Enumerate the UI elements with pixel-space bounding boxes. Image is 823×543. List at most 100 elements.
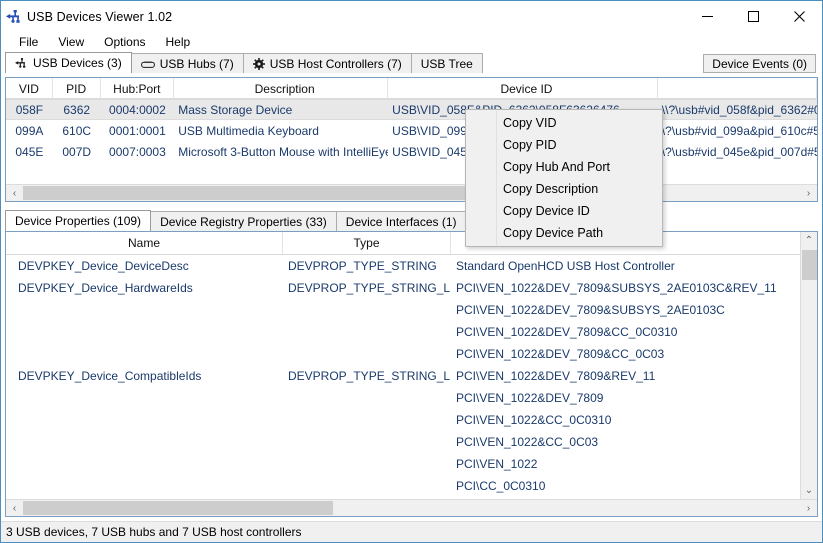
- table-row[interactable]: DEVPKEY_Device_CompatibleIds DEVPROP_TYP…: [6, 365, 817, 387]
- device-list-hscrollbar[interactable]: ‹ ›: [6, 184, 817, 201]
- cell-vid: 045E: [15, 144, 44, 159]
- cell-value: PCI\VEN_1022&DEV_7809&CC_0C03: [456, 347, 665, 361]
- cell-description: USB Multimedia Keyboard: [178, 123, 319, 138]
- scroll-up-icon[interactable]: ⌃: [801, 232, 817, 249]
- column-header-device-id[interactable]: Device ID: [388, 78, 658, 99]
- menu-view[interactable]: View: [48, 33, 94, 51]
- main-tab-strip: USB Devices (3) USB Hubs (7) USB Host Co…: [1, 52, 822, 73]
- device-list-pane: VID PID Hub:Port Description Device ID 0…: [5, 77, 818, 202]
- scroll-right-icon[interactable]: ›: [800, 185, 817, 201]
- tab-device-properties[interactable]: Device Properties (109): [5, 210, 152, 231]
- cell-value: PCI\VEN_1022&DEV_7809&SUBSYS_2AE0103C: [456, 303, 725, 317]
- vscroll-thumb[interactable]: [802, 250, 817, 280]
- scroll-left-icon[interactable]: ‹: [6, 185, 23, 201]
- cell-hub-port: 0007:0003: [109, 144, 166, 159]
- tab-device-registry-properties[interactable]: Device Registry Properties (33): [150, 211, 337, 231]
- column-header-pid[interactable]: PID: [53, 78, 101, 99]
- cell-pid: 007D: [62, 144, 92, 159]
- status-bar: 3 USB devices, 7 USB hubs and 7 USB host…: [1, 521, 822, 542]
- column-header-type[interactable]: Type: [283, 232, 451, 254]
- cell-value: PCI\VEN_1022&CC_0C0310: [456, 413, 612, 427]
- tab-usb-tree[interactable]: USB Tree: [410, 53, 483, 73]
- cell-value: Standard OpenHCD USB Host Controller: [456, 259, 675, 273]
- hscroll-track[interactable]: [23, 500, 800, 516]
- close-button[interactable]: [776, 1, 822, 32]
- cell-type: DEVPROP_TYPE_STRING_LIST: [288, 281, 451, 295]
- table-row[interactable]: 058F 6362 0004:0002 Mass Storage Device …: [6, 99, 817, 120]
- usb-trident-icon: [1, 1, 27, 32]
- title-bar: USB Devices Viewer 1.02: [1, 1, 822, 32]
- menu-item-copy-hub-and-port[interactable]: Copy Hub And Port: [466, 156, 662, 178]
- context-menu: Copy VID Copy PID Copy Hub And Port Copy…: [465, 109, 663, 247]
- usb-devices-viewer-window: USB Devices Viewer 1.02 File View Option…: [0, 0, 823, 543]
- cell-value: PCI\VEN_1022&DEV_7809&CC_0C0310: [456, 325, 678, 339]
- menu-item-copy-pid[interactable]: Copy PID: [466, 134, 662, 156]
- properties-tab-strip: Device Properties (109) Device Registry …: [5, 210, 818, 231]
- properties-hscrollbar[interactable]: ‹ ›: [6, 499, 817, 516]
- maximize-button[interactable]: [730, 1, 776, 32]
- column-header-device-path[interactable]: [658, 78, 817, 99]
- cell-name: DEVPKEY_Device_HardwareIds: [18, 281, 193, 295]
- table-row[interactable]: PCI\VEN_1022&CC_0C03: [6, 431, 817, 453]
- table-row[interactable]: DEVPKEY_Device_DeviceDesc DEVPROP_TYPE_S…: [6, 255, 817, 277]
- cell-hub-port: 0001:0001: [109, 123, 166, 138]
- menu-item-copy-device-path[interactable]: Copy Device Path: [466, 222, 662, 244]
- table-row[interactable]: PCI\VEN_1022: [6, 453, 817, 475]
- cell-vid: 058F: [15, 102, 44, 117]
- cell-vid: 099A: [15, 123, 44, 138]
- menu-bar: File View Options Help: [1, 32, 822, 52]
- minimize-button[interactable]: [684, 1, 730, 32]
- device-list-body: 058F 6362 0004:0002 Mass Storage Device …: [6, 99, 817, 162]
- tab-device-interfaces[interactable]: Device Interfaces (1): [335, 211, 467, 231]
- properties-body: SnapFiles DEVPKEY_Device_DeviceDesc DEVP…: [6, 255, 817, 495]
- column-header-hub-port[interactable]: Hub:Port: [101, 78, 175, 99]
- column-header-vid[interactable]: VID: [6, 78, 53, 99]
- cell-description: Microsoft 3-Button Mouse with IntelliEye…: [178, 144, 389, 159]
- cell-value: PCI\VEN_1022&DEV_7809&REV_11: [456, 369, 656, 383]
- table-row[interactable]: PCI\VEN_1022&DEV_7809&CC_0C03: [6, 343, 817, 365]
- tab-usb-host-controllers[interactable]: USB Host Controllers (7): [242, 53, 412, 73]
- menu-item-copy-vid[interactable]: Copy VID: [466, 112, 662, 134]
- device-list-header: VID PID Hub:Port Description Device ID: [6, 78, 817, 99]
- column-header-name[interactable]: Name: [6, 232, 283, 254]
- menu-options[interactable]: Options: [94, 33, 155, 51]
- scroll-down-icon[interactable]: ⌄: [801, 482, 817, 499]
- table-row[interactable]: PCI\VEN_1022&CC_0C0310: [6, 409, 817, 431]
- table-row[interactable]: 045E 007D 0007:0003 Microsoft 3-Button M…: [6, 141, 817, 162]
- hscroll-thumb[interactable]: [23, 501, 333, 515]
- cell-type: DEVPROP_TYPE_STRING_LIST: [288, 369, 451, 383]
- table-row[interactable]: PCI\CC_0C0310: [6, 475, 817, 495]
- status-text: 3 USB devices, 7 USB hubs and 7 USB host…: [6, 525, 302, 539]
- column-header-description[interactable]: Description: [174, 78, 389, 99]
- menu-help[interactable]: Help: [156, 33, 201, 51]
- cell-value: PCI\VEN_1022: [456, 457, 538, 471]
- cell-pid: 610C: [62, 123, 92, 138]
- cell-value: PCI\VEN_1022&CC_0C03: [456, 435, 599, 449]
- tab-usb-devices[interactable]: USB Devices (3): [5, 52, 132, 73]
- usb-trident-icon: [15, 58, 28, 68]
- table-row[interactable]: PCI\VEN_1022&DEV_7809: [6, 387, 817, 409]
- scroll-left-icon[interactable]: ‹: [6, 500, 23, 516]
- hscroll-track[interactable]: [23, 185, 800, 201]
- tab-label: USB Hubs (7): [159, 56, 234, 71]
- tab-label: USB Host Controllers (7): [269, 56, 402, 71]
- properties-pane: Name Type SnapFiles DEVPKEY_Device_Devic…: [5, 231, 818, 517]
- device-events-button[interactable]: Device Events (0): [703, 54, 816, 73]
- menu-item-copy-description[interactable]: Copy Description: [466, 178, 662, 200]
- table-row[interactable]: DEVPKEY_Device_HardwareIds DEVPROP_TYPE_…: [6, 277, 817, 299]
- cell-type: DEVPROP_TYPE_STRING: [288, 259, 437, 273]
- table-row[interactable]: PCI\VEN_1022&DEV_7809&SUBSYS_2AE0103C: [6, 299, 817, 321]
- menu-item-copy-device-id[interactable]: Copy Device ID: [466, 200, 662, 222]
- tab-usb-hubs[interactable]: USB Hubs (7): [130, 53, 244, 73]
- cell-pid: 6362: [63, 102, 91, 117]
- properties-vscrollbar[interactable]: ⌃ ⌄: [800, 232, 817, 516]
- cell-name: DEVPKEY_Device_CompatibleIds: [18, 369, 202, 383]
- scroll-right-icon[interactable]: ›: [800, 500, 817, 516]
- hub-icon: [140, 59, 155, 69]
- cell-value: PCI\CC_0C0310: [456, 479, 546, 493]
- properties-header: Name Type: [6, 232, 817, 255]
- menu-file[interactable]: File: [9, 33, 48, 51]
- tab-label: USB Tree: [420, 56, 473, 71]
- table-row[interactable]: 099A 610C 0001:0001 USB Multimedia Keybo…: [6, 120, 817, 141]
- table-row[interactable]: PCI\VEN_1022&DEV_7809&CC_0C0310: [6, 321, 817, 343]
